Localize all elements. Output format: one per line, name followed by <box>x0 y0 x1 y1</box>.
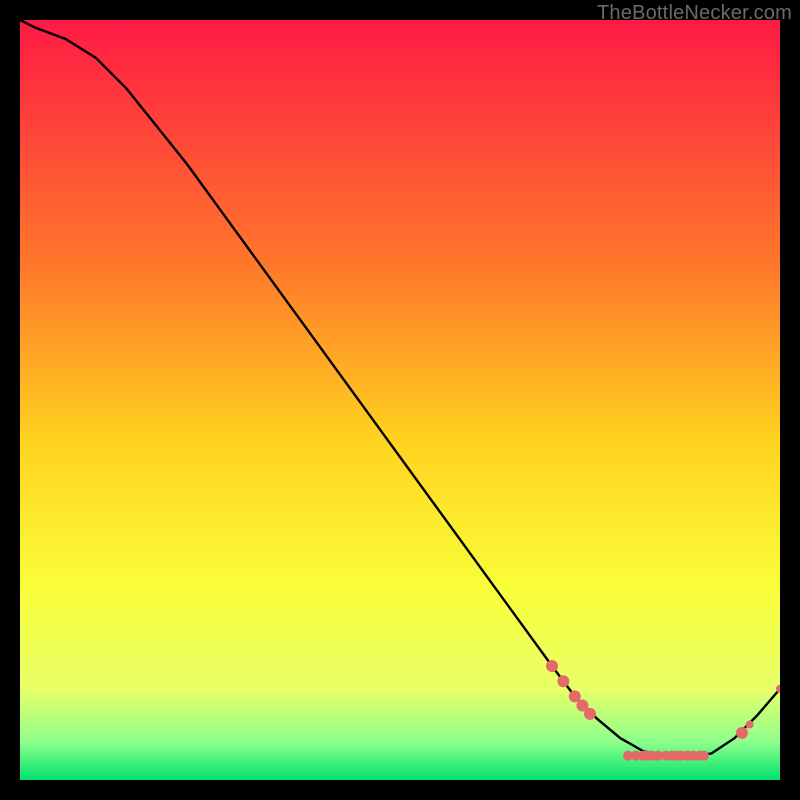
data-marker <box>699 751 709 761</box>
data-marker <box>546 660 558 672</box>
gradient-bg <box>20 20 780 780</box>
data-marker <box>736 727 748 739</box>
data-marker <box>557 675 569 687</box>
chart-stage: TheBottleNecker.com <box>0 0 800 800</box>
data-marker <box>746 721 754 729</box>
data-marker <box>584 708 596 720</box>
bottleneck-chart <box>20 20 780 780</box>
